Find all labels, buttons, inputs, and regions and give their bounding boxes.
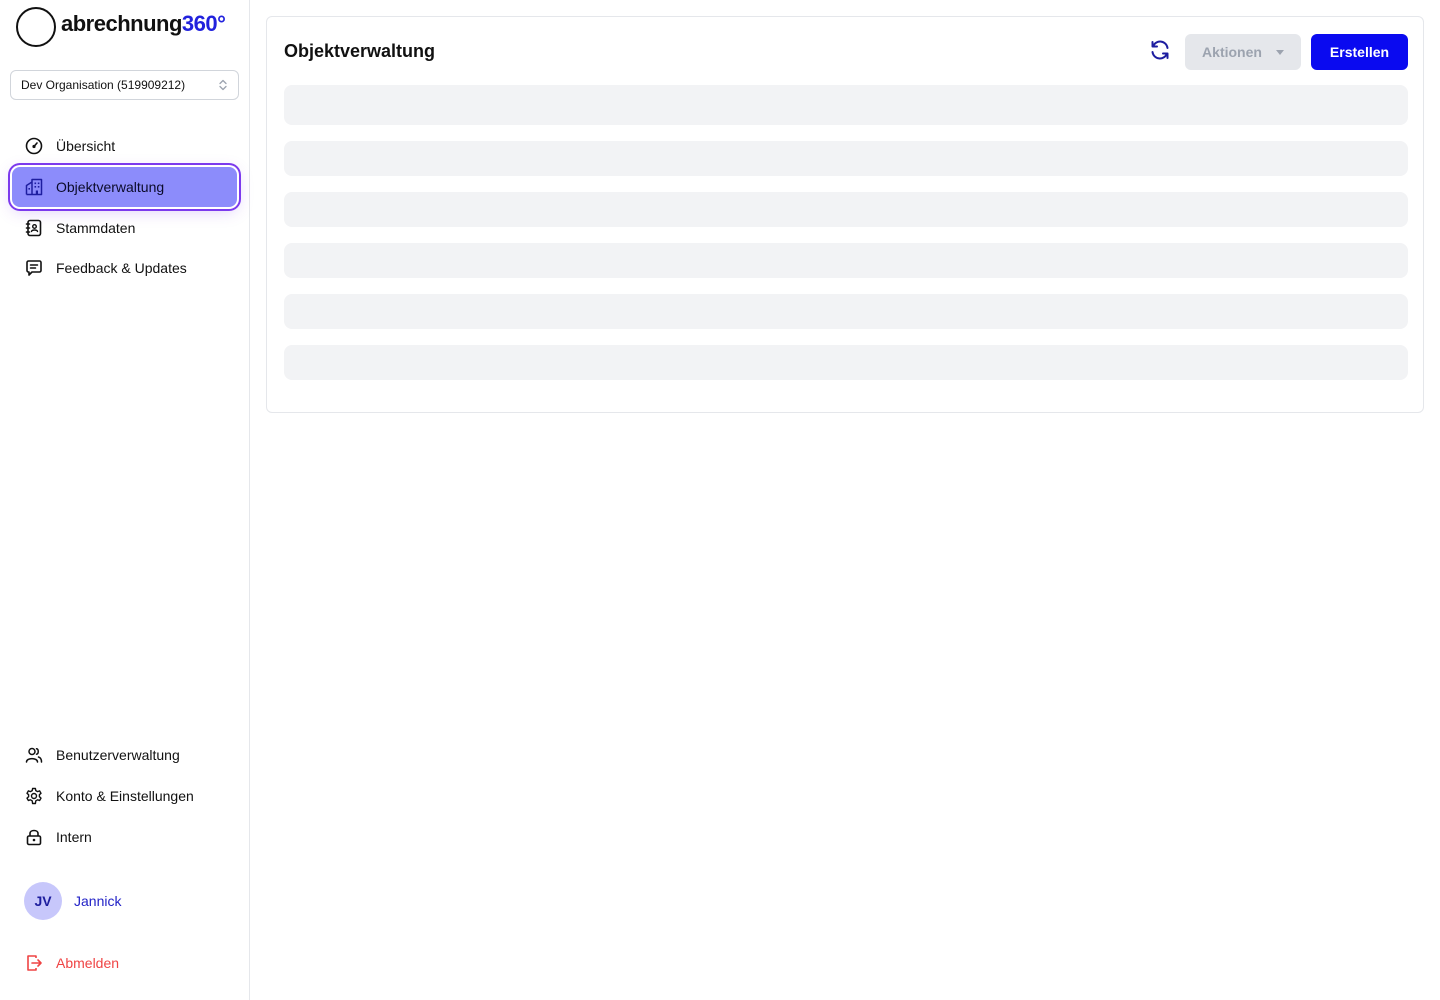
- logout-button[interactable]: Abmelden: [24, 953, 119, 973]
- user-name: Jannick: [74, 893, 122, 909]
- nav-item-stammdaten[interactable]: Stammdaten: [12, 208, 237, 248]
- skeleton-row: [284, 85, 1408, 125]
- nav-item-label: Feedback & Updates: [56, 260, 187, 276]
- nav-item-feedback-updates[interactable]: Feedback & Updates: [12, 248, 237, 288]
- actions-label: Aktionen: [1202, 44, 1262, 60]
- message-icon: [24, 258, 44, 278]
- brand-name: abrechnung360°: [61, 11, 226, 37]
- logout-icon: [24, 953, 44, 973]
- page-title: Objektverwaltung: [284, 41, 436, 61]
- nav-item-objektverwaltung[interactable]: Objektverwaltung: [12, 167, 237, 207]
- nav-item-label: Übersicht: [56, 138, 116, 154]
- logout-label: Abmelden: [56, 955, 120, 971]
- brand-logo[interactable]: abrechnung360°: [16, 7, 226, 47]
- actions-dropdown-button[interactable]: Aktionen: [1185, 34, 1301, 70]
- avatar: JV: [24, 882, 62, 920]
- brand-name-accent: 360°: [181, 11, 226, 36]
- lock-icon: [24, 827, 44, 847]
- skeleton-row: [284, 243, 1408, 278]
- nav-item-label: Stammdaten: [56, 220, 136, 236]
- nav-item-label: Konto & Einstellungen: [56, 788, 194, 804]
- gauge-icon: [24, 136, 44, 156]
- address-book-icon: [24, 218, 44, 238]
- nav-item-intern[interactable]: Intern: [12, 817, 237, 857]
- buildings-icon: [24, 177, 44, 197]
- nav-item-uebersicht[interactable]: Übersicht: [12, 126, 237, 166]
- organisation-select[interactable]: Dev Organisation (519909212): [10, 70, 239, 100]
- nav-item-label: Benutzerverwaltung: [56, 747, 180, 763]
- create-button[interactable]: Erstellen: [1311, 34, 1408, 70]
- user-profile[interactable]: JV Jannick: [24, 882, 121, 920]
- skeleton-row: [284, 345, 1408, 380]
- refresh-icon: [1149, 39, 1171, 66]
- brand-name-main: abrechnung: [61, 11, 182, 36]
- nav-item-konto-einstellungen[interactable]: Konto & Einstellungen: [12, 776, 237, 816]
- skeleton-row: [284, 294, 1408, 329]
- chevron-up-down-icon: [218, 79, 228, 91]
- logo-ring-icon: [16, 7, 56, 47]
- object-management-panel: Objektverwaltung Aktionen Erstellen: [266, 16, 1424, 413]
- nav-item-label: Objektverwaltung: [56, 179, 165, 195]
- organisation-select-value: Dev Organisation (519909212): [21, 78, 186, 92]
- nav-item-label: Intern: [56, 829, 92, 845]
- gear-icon: [24, 786, 44, 806]
- skeleton-row: [284, 141, 1408, 176]
- skeleton-row: [284, 192, 1408, 227]
- refresh-button[interactable]: [1147, 39, 1173, 65]
- sidebar: abrechnung360° Dev Organisation (5199092…: [0, 0, 250, 1000]
- nav-item-benutzerverwaltung[interactable]: Benutzerverwaltung: [12, 735, 237, 775]
- caret-down-icon: [1275, 49, 1284, 55]
- users-icon: [24, 745, 44, 765]
